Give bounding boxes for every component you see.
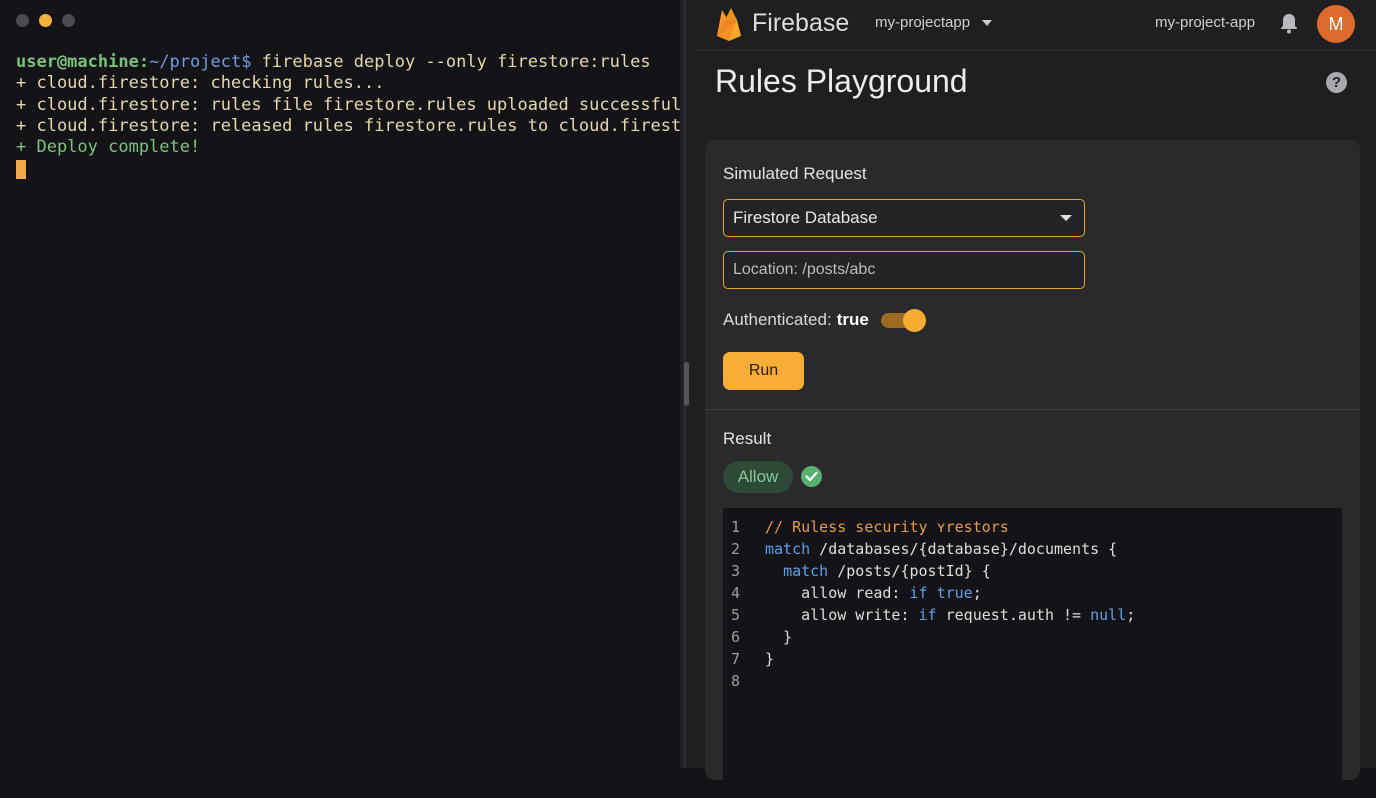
top-bar: Firebase my-projectapp my-project-app M <box>693 0 1376 51</box>
rules-code: 1 // Ruless security ʏrestors 2 match /data… <box>723 516 1135 692</box>
service-dropdown[interactable]: Firestore Database <box>723 199 1085 237</box>
code-line: 8 <box>723 670 1135 692</box>
window-controls <box>16 14 75 27</box>
line-number: 7 <box>731 650 741 668</box>
location-input-text: Location: /posts/abc <box>733 261 876 278</box>
code-token: allow read: <box>765 584 910 602</box>
line-number: 3 <box>731 562 741 580</box>
terminal-cursor <box>16 160 26 180</box>
code-token: ; <box>1126 606 1136 624</box>
line-number: 6 <box>731 628 741 646</box>
split-divider[interactable] <box>680 0 693 768</box>
code-line: 1 // Ruless security ʏrestors <box>723 516 1135 538</box>
code-token: /databases/{database}/documents { <box>810 540 1118 558</box>
line-number: 2 <box>731 540 741 558</box>
firebase-flame-icon[interactable] <box>715 6 743 47</box>
terminal-command-line: user@machine:~/project$ firebase deploy … <box>16 52 712 73</box>
code-token: } <box>765 650 775 668</box>
code-token: null <box>1090 606 1127 624</box>
rules-code-editor[interactable]: 1 // Ruless security ʏrestors 2 match /data… <box>723 508 1342 798</box>
run-button[interactable]: Run <box>723 352 804 390</box>
code-line: 4 allow read: if true; <box>723 582 1135 604</box>
result-status-badge: Allow <box>723 461 793 493</box>
line-number: 4 <box>731 584 741 602</box>
code-token: match <box>765 540 811 558</box>
terminal-command: firebase deploy --only firestore:rules <box>251 52 651 72</box>
code-line: 6 } <box>723 626 1135 648</box>
terminal-output: user@machine:~/project$ firebase deploy … <box>16 52 712 180</box>
help-icon[interactable]: ? <box>1326 72 1347 93</box>
section-divider <box>705 409 1360 410</box>
terminal-output-line: + cloud.firestore: checking rules... <box>16 73 385 94</box>
window-minimize-dot[interactable] <box>39 14 52 27</box>
window-close-dot[interactable] <box>16 14 29 27</box>
terminal-output-line: + cloud.firestore: released rules firest… <box>16 115 712 136</box>
chevron-down-icon <box>982 19 993 26</box>
code-line: 5 allow write: if request.auth != null; <box>723 604 1135 626</box>
toggle-knob <box>902 309 926 332</box>
prompt-separator: : <box>138 52 150 72</box>
code-token: /posts/{postId} { <box>828 562 991 580</box>
authenticated-label: Authenticated: <box>723 310 832 329</box>
terminal-output-line: + cloud.firestore: rules file firestore.… <box>16 94 712 115</box>
authenticated-value: true <box>836 310 869 329</box>
prompt-user: user@machine <box>16 52 139 72</box>
code-token: if true <box>909 584 973 602</box>
notifications-icon[interactable] <box>1279 12 1299 39</box>
rules-playground-card: Simulated Request Firestore Database Loc… <box>705 140 1360 798</box>
service-dropdown-value: Firestore Database <box>733 208 878 227</box>
line-number: 1 <box>731 518 741 536</box>
divider-drag-handle[interactable] <box>684 362 689 406</box>
code-token: } <box>765 628 793 646</box>
brand-name[interactable]: Firebase <box>752 9 849 38</box>
code-token: allow write: <box>765 606 919 624</box>
terminal-window[interactable]: user@machine:~/project$ firebase deploy … <box>0 0 712 768</box>
firebase-console: Firebase my-projectapp my-project-app M … <box>693 0 1376 798</box>
code-token: request.auth != <box>936 606 1091 624</box>
page-title: Rules Playground <box>715 63 968 99</box>
check-circle-icon <box>801 466 822 487</box>
location-input[interactable]: Location: /posts/abc <box>723 251 1085 289</box>
code-token: // Ruless security ʏrestors <box>765 518 1009 536</box>
authenticated-row: Authenticated: true <box>723 308 927 332</box>
prompt-path: ~/project$ <box>149 52 252 72</box>
project-selector[interactable]: my-projectapp <box>875 14 993 31</box>
line-number: 5 <box>731 606 741 624</box>
code-line: 7} <box>723 648 1135 670</box>
project-selector-label: my-projectapp <box>875 14 971 31</box>
simulated-request-heading: Simulated Request <box>723 164 867 183</box>
terminal-deploy-complete: + Deploy complete! <box>16 137 201 158</box>
code-token: if <box>918 606 937 624</box>
result-heading: Result <box>723 429 772 448</box>
authenticated-toggle[interactable] <box>880 308 927 332</box>
code-token: match <box>783 562 829 580</box>
chevron-down-icon <box>1060 215 1072 221</box>
line-number: 8 <box>731 672 741 690</box>
avatar[interactable]: M <box>1317 5 1355 43</box>
window-zoom-dot[interactable] <box>62 14 75 27</box>
project-name[interactable]: my-project-app <box>1155 14 1255 31</box>
code-token: ; <box>972 584 982 602</box>
code-line: 2 match /databases/{database}/documents { <box>723 538 1135 560</box>
code-line: 3 match /posts/{postId} { <box>723 560 1135 582</box>
